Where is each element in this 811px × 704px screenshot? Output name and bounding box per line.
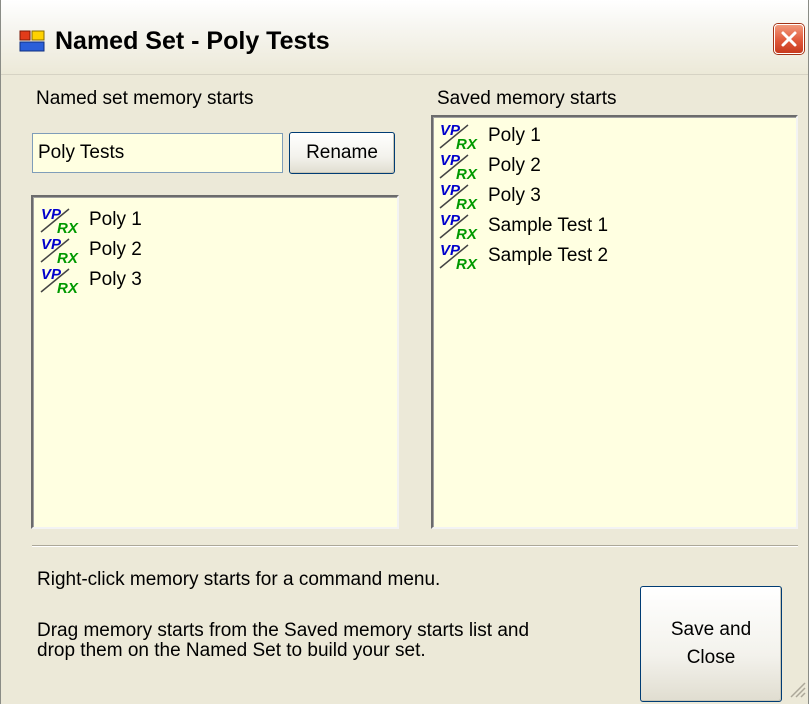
named-set-list[interactable]: VP RX Poly 1 VP RX Poly 2 VP RX Poly 3 bbox=[31, 195, 399, 529]
vprx-icon: VPRX bbox=[439, 152, 478, 181]
list-item-label: Sample Test 2 bbox=[488, 245, 609, 266]
save-label-line2: Close bbox=[686, 647, 736, 668]
svg-text:RX: RX bbox=[456, 226, 478, 241]
list-item[interactable]: VP RX Poly 2 bbox=[438, 151, 796, 181]
close-button[interactable] bbox=[774, 24, 804, 54]
saved-starts-list[interactable]: VP RX Poly 1 VP RX Poly 2 VP RX Poly 3 VP RX Sample… bbox=[431, 115, 798, 529]
list-item[interactable]: VP RX Poly 1 bbox=[39, 205, 397, 235]
set-name-input[interactable]: Poly Tests bbox=[32, 133, 283, 173]
saved-starts-label: Saved memory starts bbox=[437, 88, 617, 109]
save-and-close-button[interactable]: Save and Close bbox=[640, 586, 782, 702]
vprx-icon: VPRX bbox=[439, 122, 478, 151]
list-item-label: Poly 1 bbox=[488, 125, 541, 146]
named-set-dialog: Named Set - Poly Tests Named set memory … bbox=[0, 0, 809, 704]
resize-grip-icon[interactable] bbox=[786, 678, 806, 698]
vprx-icon: VPRX bbox=[40, 266, 79, 295]
divider bbox=[32, 545, 798, 547]
list-item-label: Poly 2 bbox=[488, 155, 541, 176]
list-item-label: Poly 3 bbox=[89, 269, 142, 290]
svg-text:RX: RX bbox=[456, 196, 478, 211]
vprx-icon: VPRX bbox=[439, 182, 478, 211]
svg-text:RX: RX bbox=[57, 220, 79, 235]
rename-button[interactable]: Rename bbox=[289, 132, 395, 174]
vprx-icon: VPRX bbox=[439, 212, 478, 241]
vprx-icon: VPRX bbox=[439, 242, 478, 271]
svg-text:RX: RX bbox=[456, 136, 478, 151]
title-bar[interactable]: Named Set - Poly Tests bbox=[1, 0, 808, 75]
list-item[interactable]: VP RX Poly 3 bbox=[438, 181, 796, 211]
help-text-line1: Right-click memory starts for a command … bbox=[37, 569, 441, 590]
named-set-label: Named set memory starts bbox=[36, 88, 254, 109]
list-item-label: Poly 2 bbox=[89, 239, 142, 260]
list-item[interactable]: VP RX Sample Test 2 bbox=[438, 241, 796, 271]
list-item[interactable]: VP RX Sample Test 1 bbox=[438, 211, 796, 241]
list-item[interactable]: VP RX Poly 1 bbox=[438, 121, 796, 151]
close-icon bbox=[781, 31, 797, 47]
save-label-line1: Save and bbox=[670, 619, 752, 640]
list-item[interactable]: VP RX Poly 3 bbox=[39, 265, 397, 295]
svg-text:RX: RX bbox=[57, 250, 79, 265]
list-item[interactable]: VP RX Poly 2 bbox=[39, 235, 397, 265]
svg-text:RX: RX bbox=[456, 256, 478, 271]
help-text-line2: Drag memory starts from the Saved memory… bbox=[37, 620, 530, 641]
list-item-label: Poly 1 bbox=[89, 209, 142, 230]
save-button-label: Save and Close bbox=[671, 616, 751, 672]
help-text-line3: drop them on the Named Set to build your… bbox=[37, 640, 426, 661]
app-icon bbox=[19, 30, 45, 52]
list-item-label: Sample Test 1 bbox=[488, 215, 609, 236]
vprx-icon: VPRX bbox=[40, 206, 79, 235]
list-item-label: Poly 3 bbox=[488, 185, 541, 206]
window-title: Named Set - Poly Tests bbox=[55, 27, 330, 55]
svg-text:RX: RX bbox=[456, 166, 478, 181]
vprx-icon: VPRX bbox=[40, 236, 79, 265]
svg-text:RX: RX bbox=[57, 280, 79, 295]
